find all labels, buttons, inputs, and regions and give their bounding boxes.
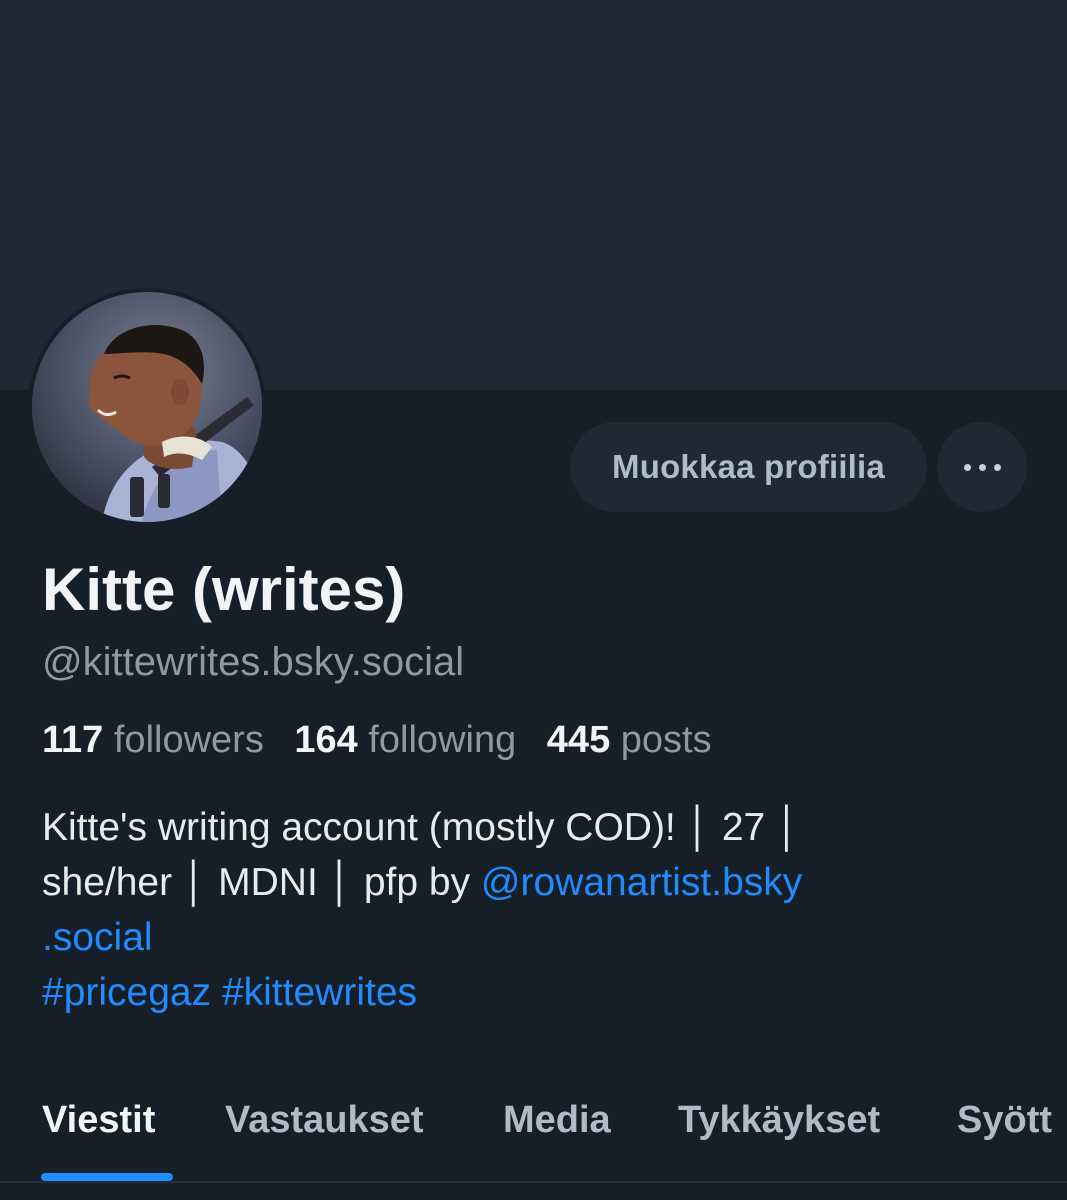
profile-bio: Kitte's writing account (mostly COD)! │ …: [42, 800, 1032, 1020]
tab-feeds[interactable]: Syött: [957, 1090, 1052, 1150]
followers-label: followers: [113, 719, 264, 761]
more-horizontal-icon: [960, 463, 1005, 471]
bio-line-2: she/her │ MDNI │ pfp by @rowanartist.bsk…: [42, 855, 1032, 910]
hashtag-link[interactable]: #kittewrites: [222, 971, 417, 1014]
bio-text: she/her │ MDNI │ pfp by: [42, 861, 481, 904]
posts-count: 445: [546, 719, 611, 761]
mention-link-continued[interactable]: .social: [42, 910, 1032, 965]
edit-profile-button[interactable]: Muokkaa profiilia: [570, 422, 927, 512]
posts-label: posts: [620, 719, 712, 761]
tabs-divider: [0, 1181, 1067, 1183]
avatar-image: [32, 292, 262, 522]
avatar[interactable]: [28, 288, 266, 526]
following-stat[interactable]: 164 following: [294, 719, 516, 761]
more-options-button[interactable]: [937, 422, 1027, 512]
profile-stats: 117 followers 164 following 445 posts: [42, 714, 732, 766]
following-label: following: [368, 719, 517, 761]
bio-line-1: Kitte's writing account (mostly COD)! │ …: [42, 806, 801, 849]
bio-hashtags: #pricegaz #kittewrites: [42, 965, 1032, 1020]
following-count: 164: [294, 719, 358, 761]
tab-media[interactable]: Media: [503, 1090, 611, 1150]
tab-posts[interactable]: Viestit: [42, 1090, 155, 1150]
profile-tabs: Viestit Vastaukset Media Tykkäykset Syöt…: [0, 1090, 1067, 1180]
active-tab-indicator: [41, 1173, 173, 1181]
followers-count: 117: [42, 719, 104, 761]
mention-link[interactable]: @rowanartist.bsky: [481, 861, 802, 904]
posts-stat: 445 posts: [547, 719, 712, 761]
followers-stat[interactable]: 117 followers: [42, 719, 264, 761]
tab-replies[interactable]: Vastaukset: [225, 1090, 424, 1150]
hashtag-link[interactable]: #pricegaz: [42, 971, 211, 1014]
handle: @kittewrites.bsky.social: [42, 640, 465, 684]
profile-page: Muokkaa profiilia Kitte (writes) @kittew…: [0, 0, 1067, 1200]
tab-likes[interactable]: Tykkäykset: [678, 1090, 880, 1150]
display-name: Kitte (writes): [42, 556, 406, 623]
